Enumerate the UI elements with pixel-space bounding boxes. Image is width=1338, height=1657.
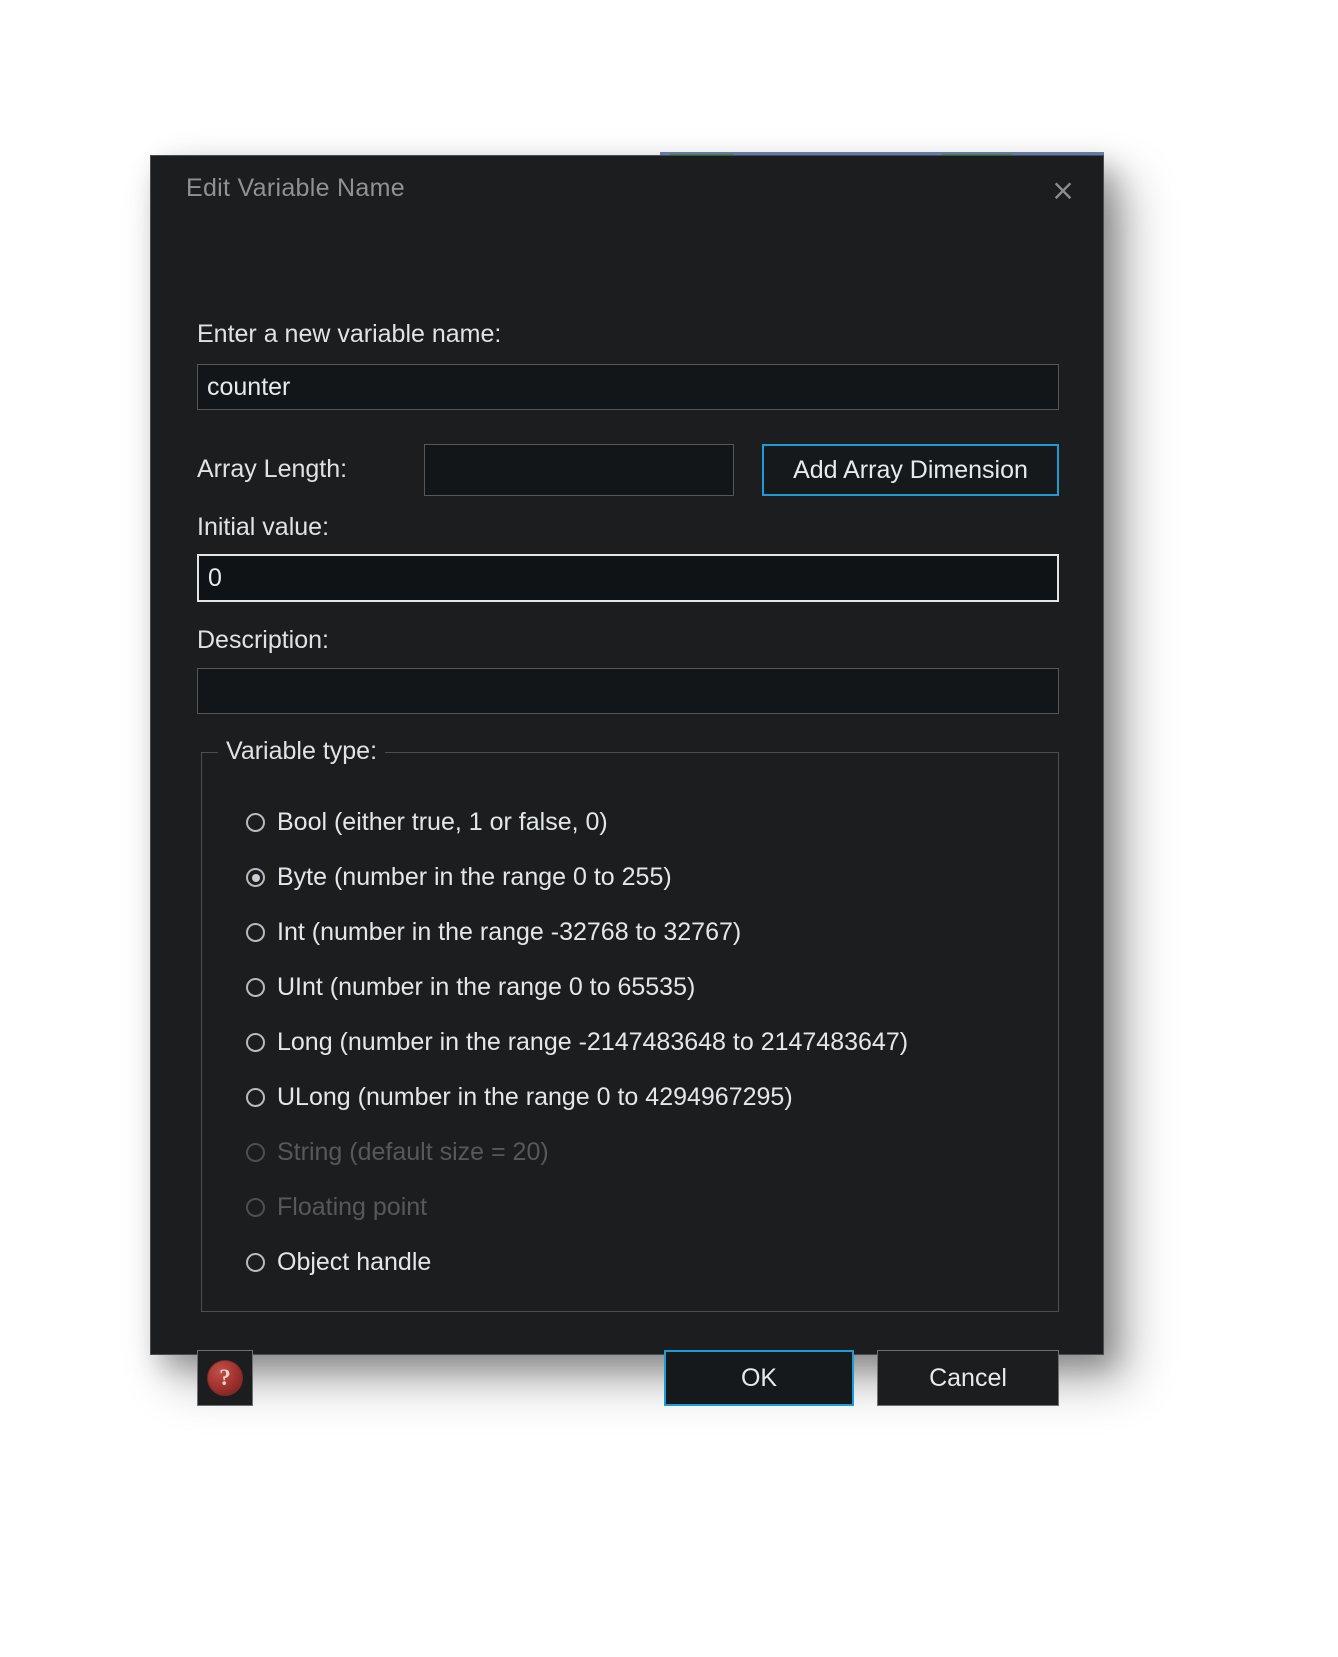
variable-name-label: Enter a new variable name: [197,320,502,348]
variable-type-option-uint[interactable]: UInt (number in the range 0 to 65535) [246,960,1048,1015]
dialog-footer: ? OK Cancel [197,1350,1059,1410]
array-length-input-wrap [424,444,734,496]
variable-type-option-label: Floating point [277,1193,428,1221]
variable-type-option-ulong[interactable]: ULong (number in the range 0 to 42949672… [246,1070,1048,1125]
help-button[interactable]: ? [197,1350,253,1406]
array-length-row: Array Length: Add Array Dimension [197,444,1059,496]
variable-type-option-bool[interactable]: Bool (either true, 1 or false, 0) [246,795,1048,850]
array-length-label: Array Length: [197,455,348,483]
description-input[interactable] [197,668,1059,714]
radio-checked-icon [246,868,265,887]
variable-type-option-label: ULong (number in the range 0 to 42949672… [277,1083,793,1111]
variable-type-option-object[interactable]: Object handle [246,1235,1048,1290]
close-icon[interactable]: × [1041,170,1085,210]
description-label: Description: [197,626,329,654]
radio-unchecked-icon [246,1088,265,1107]
radio-unchecked-icon [246,978,265,997]
initial-value-input[interactable] [197,554,1059,602]
radio-unchecked-icon [246,813,265,832]
variable-name-input-wrap [197,364,1059,410]
variable-type-option-label: Int (number in the range -32768 to 32767… [277,918,742,946]
variable-type-option-label: Long (number in the range -2147483648 to… [277,1028,909,1056]
variable-type-option-byte[interactable]: Byte (number in the range 0 to 255) [246,850,1048,905]
variable-type-option-label: UInt (number in the range 0 to 65535) [277,973,696,1001]
edit-variable-name-dialog: Edit Variable Name × Enter a new variabl… [150,155,1104,1406]
dialog-titlebar: Edit Variable Name × [151,156,1103,224]
initial-value-input-wrap [197,554,1059,602]
variable-type-option-int[interactable]: Int (number in the range -32768 to 32767… [246,905,1048,960]
ok-button[interactable]: OK [664,1350,854,1406]
radio-unchecked-icon [246,1033,265,1052]
screen: Edit Variable Name × Enter a new variabl… [0,0,1338,1657]
description-input-wrap [197,668,1059,714]
dialog-title: Edit Variable Name [186,174,405,202]
cancel-button[interactable]: Cancel [877,1350,1059,1406]
variable-type-option-string: String (default size = 20) [246,1125,1048,1180]
add-array-dimension-button[interactable]: Add Array Dimension [762,444,1059,496]
variable-type-option-label: String (default size = 20) [277,1138,549,1166]
array-length-input[interactable] [424,444,734,496]
variable-type-groupbox: Variable type: Bool (either true, 1 or f… [201,737,1059,1312]
radio-unchecked-icon [246,1253,265,1272]
variable-type-radio-list: Bool (either true, 1 or false, 0) Byte (n… [246,795,1048,1290]
variable-type-legend: Variable type: [218,737,386,766]
radio-unchecked-icon [246,923,265,942]
radio-unchecked-icon [246,1143,265,1162]
variable-name-input[interactable] [197,364,1059,410]
variable-type-option-label: Bool (either true, 1 or false, 0) [277,808,608,836]
variable-type-option-label: Object handle [277,1248,432,1276]
variable-type-option-long[interactable]: Long (number in the range -2147483648 to… [246,1015,1048,1070]
help-icon: ? [207,1360,243,1396]
radio-unchecked-icon [246,1198,265,1217]
initial-value-label: Initial value: [197,513,330,541]
variable-type-option-label: Byte (number in the range 0 to 255) [277,863,672,891]
variable-type-option-float: Floating point [246,1180,1048,1235]
